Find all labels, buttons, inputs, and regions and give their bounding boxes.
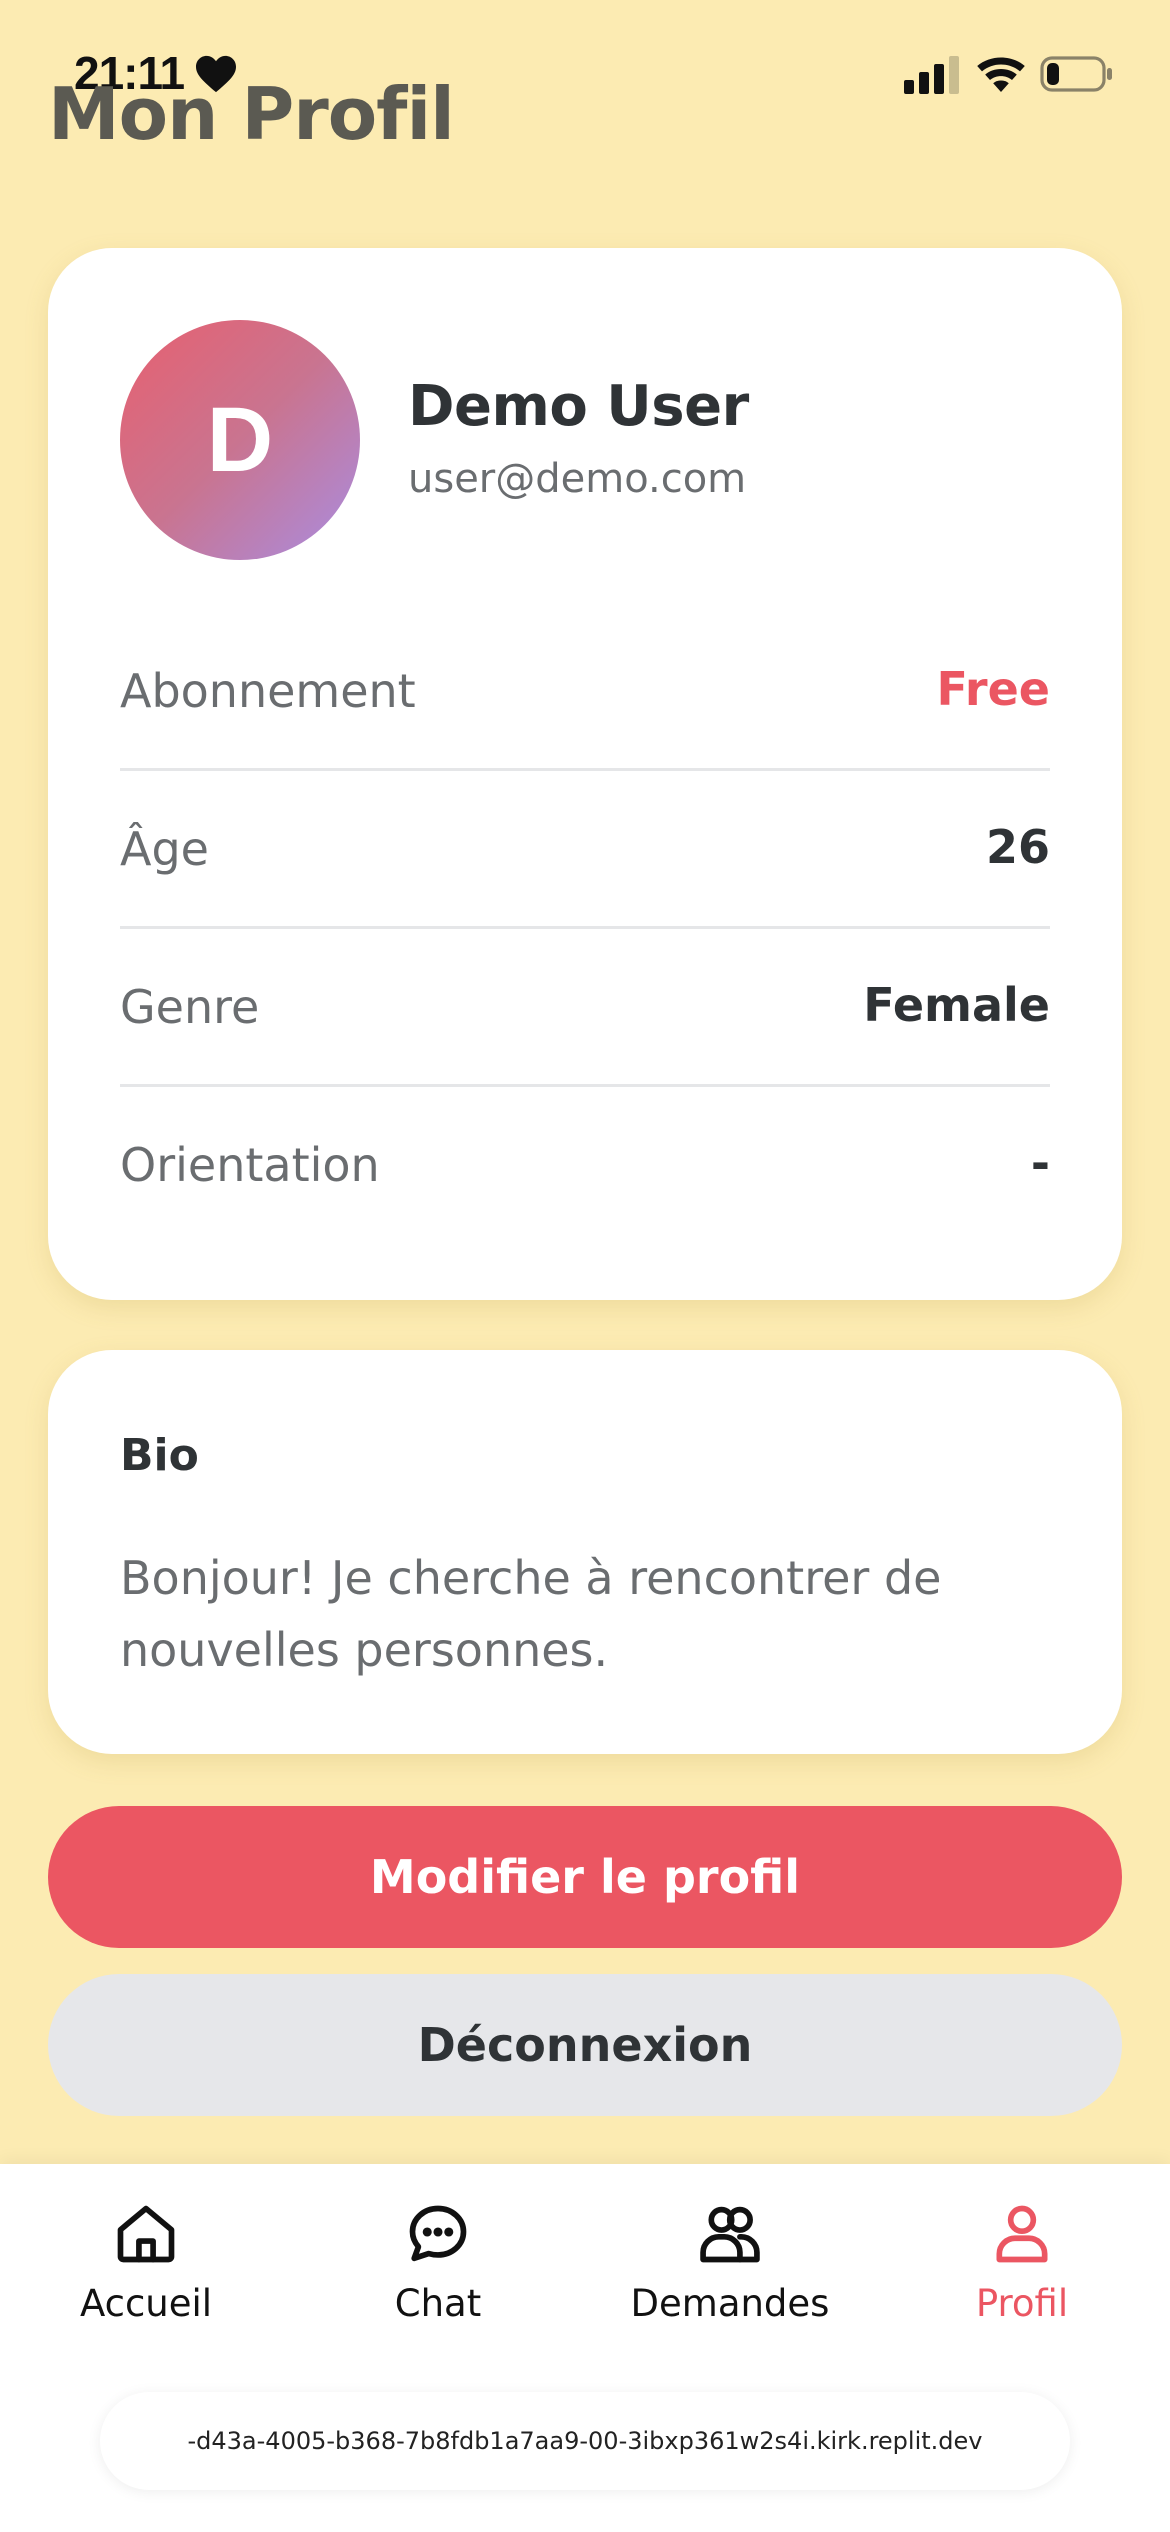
home-icon [117,2205,175,2263]
edit-profile-button[interactable]: Modifier le profil [48,1806,1122,1948]
subscription-value: Free [936,662,1050,716]
user-email: user@demo.com [408,456,747,502]
users-icon [700,2206,760,2263]
nav-item-requests[interactable]: Demandes [584,2200,876,2350]
page-title: Mon Profil [48,72,455,156]
nav-item-home[interactable]: Accueil [0,2200,292,2350]
chat-bubble-icon [409,2205,467,2262]
url-text: -d43a-4005-b368-7b8fdb1a7aa9-00-3ibxp361… [187,2427,983,2455]
nav-label-chat: Chat [394,2282,482,2325]
nav-label-requests: Demandes [630,2282,830,2325]
bio-card: Bio Bonjour! Je cherche à rencontrer de … [48,1350,1122,1754]
nav-label-home: Accueil [79,2282,213,2325]
info-label: Âge [120,822,209,876]
avatar: D [120,320,360,560]
wifi-icon [977,57,1025,92]
nav-item-chat[interactable]: Chat [292,2200,584,2350]
info-row-orientation: Orientation - [120,1084,1050,1242]
info-label: Orientation [120,1138,380,1192]
age-value: 26 [985,820,1050,874]
info-row-subscription: Abonnement Free [120,610,1050,771]
user-name: Demo User [408,374,749,439]
user-icon [996,2205,1048,2263]
bio-title: Bio [120,1430,199,1481]
logout-button[interactable]: Déconnexion [48,1974,1122,2116]
info-label: Genre [120,980,260,1034]
info-row-age: Âge 26 [120,768,1050,929]
info-row-gender: Genre Female [120,926,1050,1087]
info-label: Abonnement [120,664,416,718]
browser-url-bar[interactable]: -d43a-4005-b368-7b8fdb1a7aa9-00-3ibxp361… [100,2392,1070,2490]
battery-icon [1040,56,1112,92]
profile-card: D Demo User user@demo.com Abonnement Fre… [48,248,1122,1300]
cellular-signal-icon [904,56,959,94]
gender-value: Female [863,978,1050,1032]
orientation-value: - [1030,1136,1050,1190]
bio-text: Bonjour! Je cherche à rencontrer de nouv… [120,1551,942,1677]
nav-label-profile: Profil [975,2282,1069,2325]
nav-item-profile[interactable]: Profil [876,2200,1168,2350]
avatar-initial: D [206,388,274,491]
